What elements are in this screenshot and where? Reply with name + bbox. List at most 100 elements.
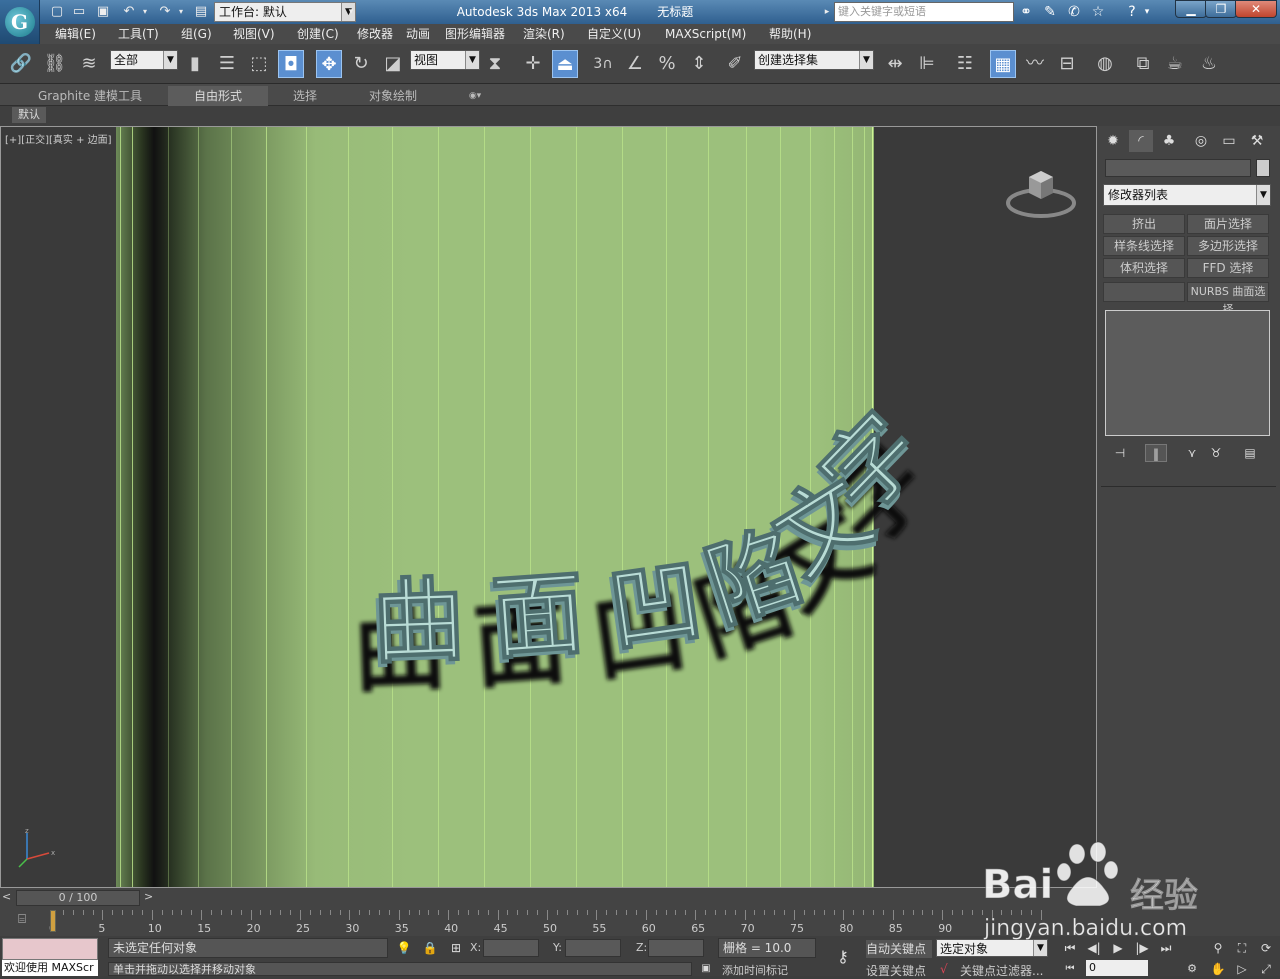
menu-animation[interactable]: 动画 xyxy=(406,24,430,44)
graphite-toggle-icon[interactable]: ▦ xyxy=(990,50,1016,78)
frame-ruler[interactable]: 051015202530354045505560657075808590 xyxy=(48,910,1048,935)
tab-selection[interactable]: 选择 xyxy=(280,86,330,106)
absolute-mode-icon[interactable]: ⊞ xyxy=(446,939,466,957)
configure-modifier-sets-icon[interactable]: ▤ xyxy=(1239,444,1261,462)
z-coord-field[interactable] xyxy=(648,939,704,957)
create-panel-icon[interactable]: ✹ xyxy=(1101,130,1125,152)
utilities-panel-icon[interactable]: ⚒ xyxy=(1245,130,1269,152)
maxscript-mini-listener[interactable]: 欢迎使用 MAXScr xyxy=(2,960,98,976)
render-teapot-icon[interactable]: ♨ xyxy=(1196,50,1222,78)
time-next-icon[interactable]: > xyxy=(144,890,156,906)
time-slider[interactable]: 0 / 100 xyxy=(16,890,140,906)
keyboard-shortcut-icon[interactable]: ⏏ xyxy=(552,50,578,78)
text-3d-object[interactable]: 曲 面 凹 陷 文 字 曲 面 凹 陷 文 字 曲 面 凹 陷 文 字 xyxy=(331,327,931,747)
select-object-icon[interactable]: ▮ xyxy=(182,50,208,78)
curve-editor-icon[interactable]: 〰 xyxy=(1022,50,1048,78)
menu-group[interactable]: 组(G) xyxy=(181,24,212,44)
object-color-swatch[interactable] xyxy=(1256,159,1270,177)
save-icon[interactable]: ▣ xyxy=(94,3,112,21)
default-tab-button[interactable]: 默认 xyxy=(12,107,46,123)
select-scale-icon[interactable]: ◪ xyxy=(380,50,406,78)
project-folder-icon[interactable]: ▤ xyxy=(192,3,210,21)
patch-select-button[interactable]: 面片选择 xyxy=(1187,214,1269,234)
viewport-plus-menu[interactable]: [+] xyxy=(5,135,21,146)
x-coord-field[interactable] xyxy=(483,939,539,957)
time-prev-icon[interactable]: < xyxy=(2,890,14,906)
motion-panel-icon[interactable]: ◎ xyxy=(1189,130,1213,152)
remove-modifier-icon[interactable]: ♉ xyxy=(1205,444,1227,462)
select-move-icon[interactable]: ✥ xyxy=(316,50,342,78)
unlink-icon[interactable]: ⛓ xyxy=(42,50,68,78)
angle-snap-icon[interactable]: ∠ xyxy=(622,50,648,78)
empty-modifier-button[interactable] xyxy=(1103,282,1185,302)
menu-create[interactable]: 创建(C) xyxy=(297,24,339,44)
viewport-shading-menu[interactable]: [真实 + 边面] xyxy=(49,135,112,146)
search-input[interactable]: 键入关键字或短语 xyxy=(834,2,1014,22)
customize-qa-icon[interactable]: ▾ xyxy=(345,3,357,21)
open-file-icon[interactable]: ▭ xyxy=(70,3,88,21)
rect-selection-icon[interactable]: ⬚ xyxy=(246,50,272,78)
modifier-stack[interactable] xyxy=(1105,310,1270,436)
display-panel-icon[interactable]: ▭ xyxy=(1217,130,1241,152)
edit-named-selection-icon[interactable]: ✐ xyxy=(722,50,748,78)
volume-select-button[interactable]: 体积选择 xyxy=(1103,258,1185,278)
named-selection-select[interactable]: 创建选择集 ▼ xyxy=(754,50,874,70)
material-editor-icon[interactable]: ◍ xyxy=(1092,50,1118,78)
set-key-button[interactable]: 设置关键点 xyxy=(866,962,926,979)
menu-customize[interactable]: 自定义(U) xyxy=(587,24,641,44)
pivot-center-icon[interactable]: ⧗ xyxy=(482,50,508,78)
extrude-button[interactable]: 挤出 xyxy=(1103,214,1185,234)
workspace-select[interactable]: 工作台: 默认 ▼ xyxy=(214,2,356,22)
search-expand-icon[interactable]: ▸ xyxy=(822,3,832,21)
isolate-selection-icon[interactable]: 💡 xyxy=(394,939,414,957)
selection-filter-select[interactable]: 全部 ▼ xyxy=(110,50,178,70)
percent-snap-icon[interactable]: % xyxy=(654,50,680,78)
subscription-icon[interactable]: ✎ xyxy=(1040,2,1060,22)
pin-stack-icon[interactable]: ⊣ xyxy=(1109,444,1131,462)
ribbon-options-icon[interactable]: ◉▾ xyxy=(460,86,490,106)
align-icon[interactable]: ⊫ xyxy=(914,50,940,78)
menu-graph-editors[interactable]: 图形编辑器 xyxy=(445,24,505,44)
modify-panel-icon[interactable]: ◜ xyxy=(1129,130,1153,152)
poly-select-button[interactable]: 多边形选择 xyxy=(1187,236,1269,256)
viewport-pov-menu[interactable]: [正交] xyxy=(21,135,49,146)
menu-edit[interactable]: 编辑(E) xyxy=(55,24,96,44)
render-setup-icon[interactable]: ⧉ xyxy=(1130,50,1156,78)
redo-dropdown-icon[interactable]: ▾ xyxy=(176,3,186,21)
make-unique-icon[interactable]: ⋎ xyxy=(1181,444,1203,462)
bind-spacewarp-icon[interactable]: ≋ xyxy=(76,50,102,78)
app-logo-button[interactable]: G xyxy=(0,0,40,44)
ffd-select-button[interactable]: FFD 选择 xyxy=(1187,258,1269,278)
menu-modifiers[interactable]: 修改器 xyxy=(357,24,393,44)
communication-icon[interactable]: ✆ xyxy=(1064,2,1084,22)
minimize-button[interactable]: ▁ xyxy=(1175,0,1207,18)
redo-icon[interactable]: ↷ xyxy=(156,3,174,21)
menu-help[interactable]: 帮助(H) xyxy=(769,24,811,44)
current-frame-marker[interactable] xyxy=(50,910,56,932)
rendered-frame-icon[interactable]: ☕ xyxy=(1162,50,1188,78)
manipulate-icon[interactable]: ✛ xyxy=(520,50,546,78)
set-key-icon[interactable]: ⚷ xyxy=(828,948,858,966)
menu-maxscript[interactable]: MAXScript(M) xyxy=(665,24,746,44)
ref-coord-select[interactable]: 视图 ▼ xyxy=(410,50,480,70)
auto-key-button[interactable]: 自动关键点 xyxy=(866,940,932,958)
schematic-view-icon[interactable]: ⊟ xyxy=(1054,50,1080,78)
undo-icon[interactable]: ↶ xyxy=(120,3,138,21)
favorites-star-icon[interactable]: ☆ xyxy=(1088,2,1108,22)
window-crossing-icon[interactable]: ◘ xyxy=(278,50,304,78)
restore-button[interactable]: ❐ xyxy=(1205,0,1237,18)
viewport-label[interactable]: [+][正交][真实 + 边面] xyxy=(5,131,112,146)
y-coord-field[interactable] xyxy=(565,939,621,957)
spline-select-button[interactable]: 样条线选择 xyxy=(1103,236,1185,256)
menu-rendering[interactable]: 渲染(R) xyxy=(523,24,565,44)
selection-lock-icon[interactable]: 🔒 xyxy=(420,939,440,957)
tab-graphite[interactable]: Graphite 建模工具 xyxy=(28,86,152,106)
tab-freeform[interactable]: 自由形式 xyxy=(168,86,268,106)
modifier-list-select[interactable]: 修改器列表 ▼ xyxy=(1103,184,1271,206)
tab-object-paint[interactable]: 对象绘制 xyxy=(358,86,428,106)
viewport-perspective[interactable]: 曲 面 凹 陷 文 字 曲 面 凹 陷 文 字 曲 面 凹 陷 文 字 [+][… xyxy=(0,126,1097,888)
mini-curve-editor-icon[interactable]: ⌸ xyxy=(8,912,36,930)
mirror-icon[interactable]: ⇹ xyxy=(882,50,908,78)
time-tag-icon[interactable]: ▣ xyxy=(696,962,716,976)
maxscript-listener[interactable] xyxy=(2,938,98,960)
